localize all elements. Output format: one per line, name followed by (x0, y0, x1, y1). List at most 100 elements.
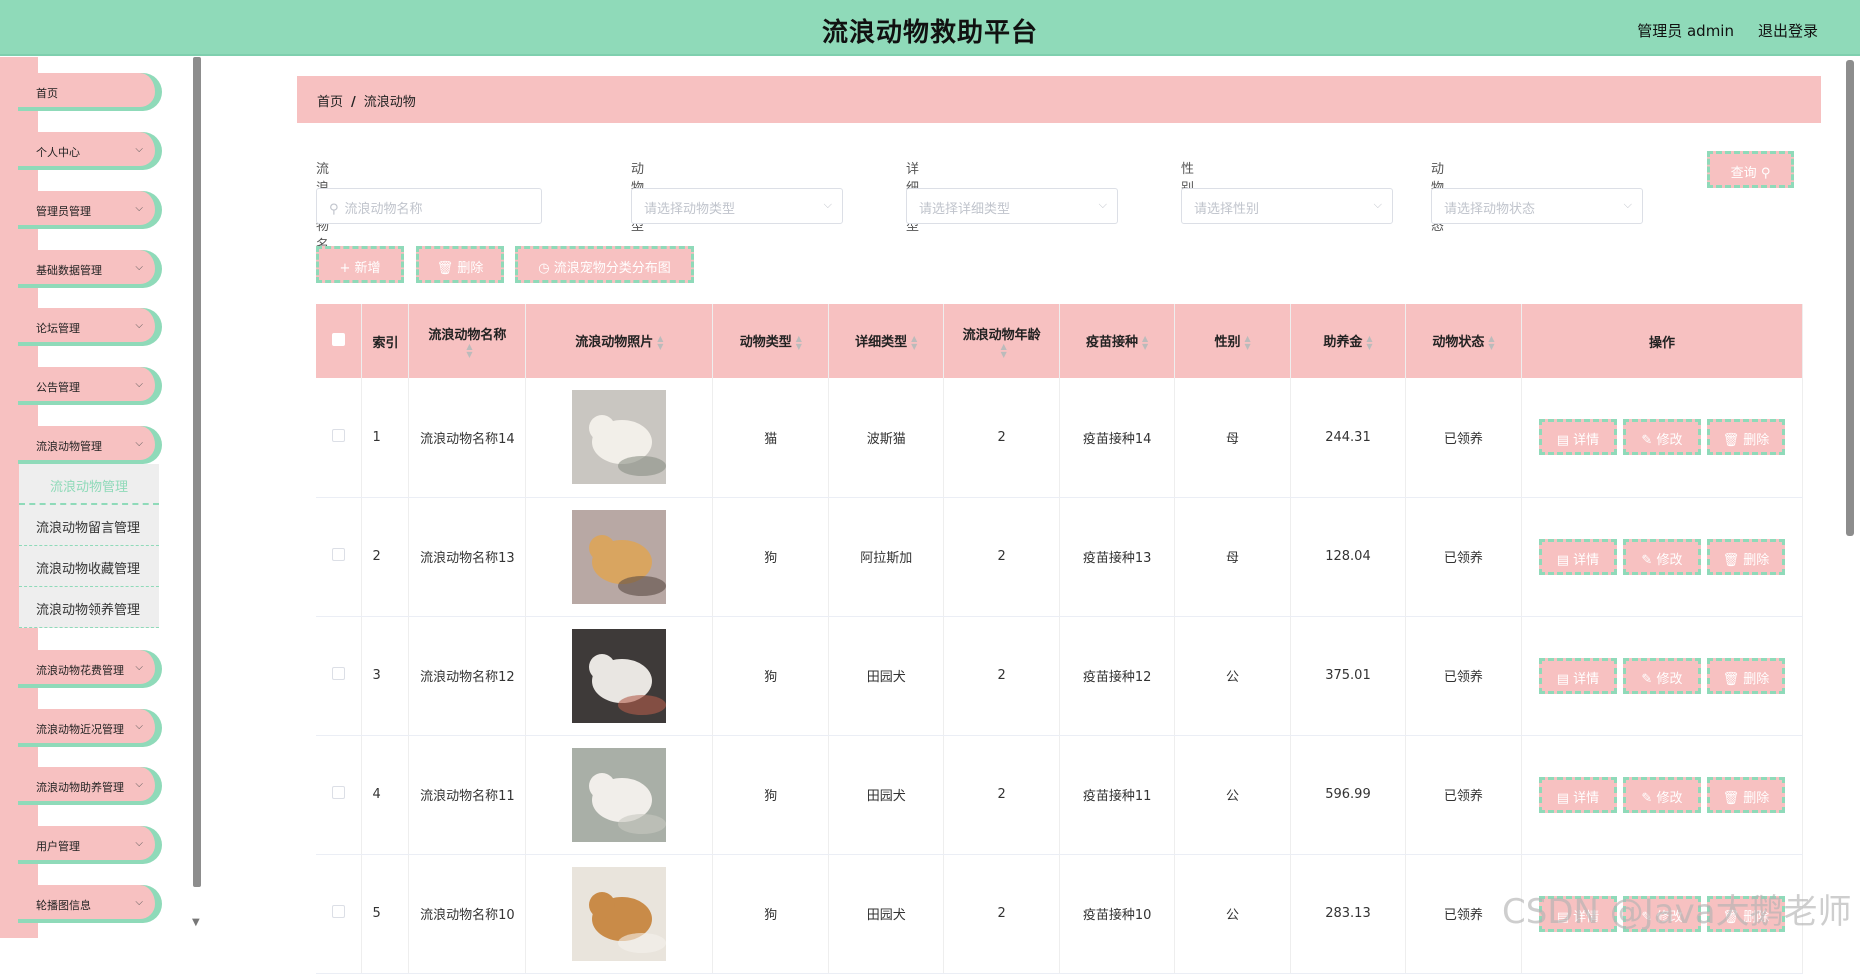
sidebar-item-label: 用户管理 (36, 840, 80, 853)
sidebar-item-admin[interactable]: 管理员管理 ⌵ (18, 191, 159, 229)
breadcrumb: 首页 / 流浪动物 (297, 76, 1821, 123)
sidebar-item-notice[interactable]: 公告管理 ⌵ (18, 367, 159, 405)
sidebar-item-expense[interactable]: 流浪动物花费管理 ⌵ (18, 650, 159, 688)
animal-photo[interactable] (572, 866, 667, 961)
header-detail-type[interactable]: 详细类型 ▲ ▼ (828, 304, 945, 378)
animal-photo[interactable] (572, 628, 667, 723)
trash-icon: 🗑 (1722, 671, 1740, 687)
header-name[interactable]: 流浪动物名称 ▲ ▼ (408, 304, 527, 378)
sidebar-item-forum[interactable]: 论坛管理 ⌵ (18, 308, 159, 346)
sort-icon[interactable]: ▲ ▼ (796, 334, 802, 351)
status-select[interactable]: 请选择动物状态 ⌵ (1431, 188, 1643, 224)
chart-button[interactable]: ◷ 流浪宠物分类分布图 (515, 246, 694, 283)
detail-button[interactable]: ▤ 详情 (1538, 776, 1617, 813)
chevron-down-icon: ⌵ (135, 379, 143, 390)
edit-button[interactable]: ✎ 修改 (1622, 538, 1701, 575)
delete-row-button[interactable]: 🗑 删除 (1706, 657, 1785, 694)
row-checkbox[interactable] (332, 667, 346, 680)
submenu-item-messages[interactable]: 流浪动物留言管理 (19, 505, 159, 546)
top-header: 流浪动物救助平台 管理员 admin 退出登录 (0, 0, 1860, 56)
gender-select[interactable]: 请选择性别 ⌵ (1181, 188, 1393, 224)
sort-icon[interactable]: ▲ ▼ (1244, 334, 1250, 351)
sidebar-item-users[interactable]: 用户管理 ⌵ (18, 826, 159, 864)
header-photo[interactable]: 流浪动物照片 ▲ ▼ (525, 304, 714, 378)
main-scrollbar[interactable] (1846, 60, 1854, 536)
sidebar-item-profile[interactable]: 个人中心 ⌵ (18, 132, 159, 170)
header-gender[interactable]: 性别 ▲ ▼ (1174, 304, 1292, 378)
edit-button[interactable]: ✎ 修改 (1622, 776, 1701, 813)
breadcrumb-home[interactable]: 首页 (317, 95, 343, 110)
sidebar-item-carousel[interactable]: 轮播图信息 ⌵ (18, 885, 159, 923)
header-status[interactable]: 动物状态 ▲ ▼ (1405, 304, 1522, 378)
type-select[interactable]: 请选择动物类型 ⌵ (631, 188, 843, 224)
cell-type: 狗 (712, 616, 830, 736)
header-age[interactable]: 流浪动物年龄 ▲ ▼ (943, 304, 1061, 378)
add-button[interactable]: + 新增 (316, 246, 404, 283)
header-actions: 操作 (1521, 304, 1804, 378)
sidebar-item-sponsor[interactable]: 流浪动物助养管理 ⌵ (18, 767, 159, 805)
detail-type-select[interactable]: 请选择详细类型 ⌵ (906, 188, 1118, 224)
select-all-checkbox[interactable] (332, 332, 346, 346)
sort-icon[interactable]: ▲ ▼ (657, 334, 663, 351)
detail-button[interactable]: ▤ 详情 (1538, 419, 1617, 456)
sidebar-scroll-thumb[interactable] (193, 57, 201, 887)
scroll-down-arrow-icon[interactable]: ▼ (192, 917, 200, 928)
submenu-item-animal[interactable]: 流浪动物管理 (19, 464, 159, 505)
row-checkbox[interactable] (332, 786, 346, 799)
cell-vaccine: 疫苗接种10 (1059, 854, 1176, 974)
cell-status: 已领养 (1405, 616, 1522, 736)
row-checkbox-cell (316, 497, 363, 617)
header-vaccine[interactable]: 疫苗接种 ▲ ▼ (1059, 304, 1176, 378)
detail-button[interactable]: ▤ 详情 (1538, 538, 1617, 575)
cell-fund: 244.31 (1290, 378, 1406, 498)
sidebar-item-label: 基础数据管理 (36, 264, 102, 277)
animal-photo[interactable] (572, 747, 667, 842)
sort-icon[interactable]: ▲ ▼ (1366, 334, 1372, 351)
animal-photo[interactable] (572, 390, 667, 485)
row-checkbox[interactable] (332, 548, 346, 561)
cell-name: 流浪动物名称10 (408, 854, 527, 974)
cell-name: 流浪动物名称12 (408, 616, 527, 736)
header-fund[interactable]: 助养金 ▲ ▼ (1290, 304, 1406, 378)
edit-button[interactable]: ✎ 修改 (1622, 657, 1701, 694)
sidebar-item-home[interactable]: 首页 (18, 73, 159, 111)
delete-button[interactable]: 🗑 删除 (416, 246, 504, 283)
trash-icon: 🗑 (1722, 552, 1740, 568)
name-search-input[interactable]: ⚲ 流浪动物名称 (316, 188, 542, 224)
sort-icon[interactable]: ▲ ▼ (1488, 334, 1494, 351)
logout-link[interactable]: 退出登录 (1758, 20, 1818, 41)
search-button[interactable]: 查询 ⚲ (1707, 151, 1794, 188)
cell-name: 流浪动物名称14 (408, 378, 527, 498)
sort-icon[interactable]: ▲ ▼ (1142, 334, 1148, 351)
cell-index: 1 (361, 378, 410, 498)
chevron-down-icon: ⌵ (135, 897, 143, 908)
chevron-down-icon: ⌵ (135, 320, 143, 331)
app-title: 流浪动物救助平台 (821, 18, 1038, 48)
admin-user-label: 管理员 admin (1637, 22, 1734, 40)
animal-photo[interactable] (572, 509, 667, 604)
row-checkbox[interactable] (332, 905, 346, 918)
cell-fund: 283.13 (1290, 854, 1406, 974)
delete-row-button[interactable]: 🗑 删除 (1706, 538, 1785, 575)
select-all-header (316, 304, 363, 378)
header-type[interactable]: 动物类型 ▲ ▼ (712, 304, 830, 378)
sidebar-item-label: 公告管理 (36, 381, 80, 394)
detail-button[interactable]: ▤ 详情 (1538, 657, 1617, 694)
sort-icon[interactable]: ▲ ▼ (911, 334, 917, 351)
sort-icon[interactable]: ▲ ▼ (466, 342, 472, 359)
filter-type: 动物类型 请选择动物类型⌵ (631, 158, 843, 234)
sidebar-item-animal[interactable]: 流浪动物管理 ⌵ (18, 426, 159, 464)
sort-icon[interactable]: ▲ ▼ (1001, 342, 1007, 359)
delete-row-button[interactable]: 🗑 删除 (1706, 419, 1785, 456)
submenu-item-favorites[interactable]: 流浪动物收藏管理 (19, 546, 159, 587)
row-checkbox[interactable] (332, 428, 346, 442)
edit-button[interactable]: ✎ 修改 (1622, 419, 1701, 456)
delete-row-button[interactable]: 🗑 删除 (1706, 776, 1785, 813)
chevron-down-icon: ⌵ (1373, 198, 1382, 211)
cell-status: 已领养 (1405, 378, 1522, 498)
sidebar-item-basic-data[interactable]: 基础数据管理 ⌵ (18, 250, 159, 288)
submenu-item-adoption[interactable]: 流浪动物领养管理 (19, 587, 159, 628)
row-checkbox-cell (316, 735, 363, 855)
cell-vaccine: 疫苗接种12 (1059, 616, 1176, 736)
sidebar-item-status[interactable]: 流浪动物近况管理 ⌵ (18, 709, 159, 747)
